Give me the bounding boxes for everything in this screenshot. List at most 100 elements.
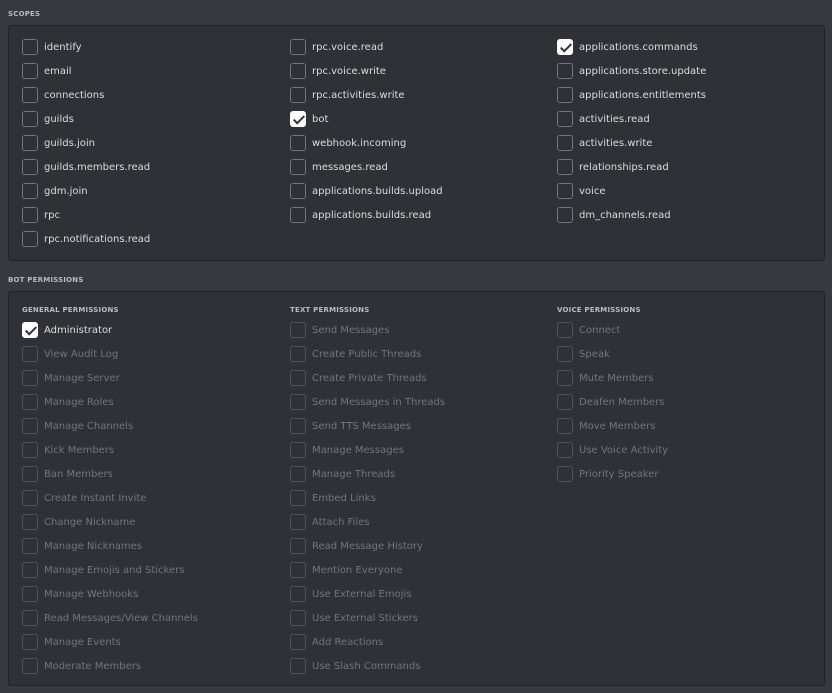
checkbox-checked-icon[interactable]: [290, 111, 306, 127]
permission-manage-webhooks-option: Manage Webhooks: [22, 582, 198, 606]
scope-rpc-voice-read-option[interactable]: rpc.voice.read: [290, 35, 443, 59]
permission-administrator-option[interactable]: Administrator: [22, 318, 198, 342]
checkbox-icon[interactable]: [22, 87, 38, 103]
checkbox-icon[interactable]: [290, 159, 306, 175]
scope-activities-read-label: activities.read: [579, 113, 650, 125]
checkbox-icon: [22, 490, 38, 506]
permission-manage-roles-option: Manage Roles: [22, 390, 198, 414]
scope-applications-store-update-option[interactable]: applications.store.update: [557, 59, 706, 83]
checkbox-icon[interactable]: [557, 159, 573, 175]
permission-change-nickname-option: Change Nickname: [22, 510, 198, 534]
checkbox-icon[interactable]: [290, 63, 306, 79]
checkbox-icon: [557, 418, 573, 434]
checkbox-checked-icon[interactable]: [557, 39, 573, 55]
checkbox-icon: [290, 370, 306, 386]
checkbox-icon: [557, 442, 573, 458]
permission-speak-label: Speak: [579, 348, 610, 360]
checkbox-icon[interactable]: [22, 231, 38, 247]
permission-use-slash-commands-option: Use Slash Commands: [290, 654, 445, 678]
checkbox-icon[interactable]: [22, 111, 38, 127]
checkbox-icon[interactable]: [22, 39, 38, 55]
permission-manage-emojis-and-stickers-label: Manage Emojis and Stickers: [44, 564, 185, 576]
checkbox-icon[interactable]: [22, 183, 38, 199]
scope-rpc-voice-write-option[interactable]: rpc.voice.write: [290, 59, 443, 83]
scope-relationships-read-option[interactable]: relationships.read: [557, 155, 706, 179]
permission-view-audit-log-label: View Audit Log: [44, 348, 119, 360]
checkbox-icon[interactable]: [290, 87, 306, 103]
scope-applications-builds-upload-option[interactable]: applications.builds.upload: [290, 179, 443, 203]
checkbox-icon[interactable]: [557, 111, 573, 127]
permission-manage-channels-option: Manage Channels: [22, 414, 198, 438]
scope-applications-builds-read-option[interactable]: applications.builds.read: [290, 203, 443, 227]
checkbox-icon[interactable]: [290, 183, 306, 199]
checkbox-icon: [22, 346, 38, 362]
scope-identify-option[interactable]: identify: [22, 35, 150, 59]
checkbox-icon: [557, 346, 573, 362]
permission-manage-channels-label: Manage Channels: [44, 420, 134, 432]
permission-send-tts-messages-option: Send TTS Messages: [290, 414, 445, 438]
scope-connections-option[interactable]: connections: [22, 83, 150, 107]
scope-guilds-members-read-option[interactable]: guilds.members.read: [22, 155, 150, 179]
permission-connect-label: Connect: [579, 324, 621, 336]
scope-activities-write-option[interactable]: activities.write: [557, 131, 706, 155]
checkbox-checked-icon[interactable]: [22, 322, 38, 338]
scope-bot-option[interactable]: bot: [290, 107, 443, 131]
scope-rpc-option[interactable]: rpc: [22, 203, 150, 227]
checkbox-icon: [290, 346, 306, 362]
permission-manage-messages-option: Manage Messages: [290, 438, 445, 462]
permission-manage-messages-label: Manage Messages: [312, 444, 404, 456]
permission-manage-emojis-and-stickers-option: Manage Emojis and Stickers: [22, 558, 198, 582]
scopes-column-1: identify email connections guilds guilds.joi…: [22, 35, 150, 251]
text-permissions-column: TEXT PERMISSIONS Send Messages Create Publ…: [290, 304, 445, 678]
checkbox-icon[interactable]: [22, 135, 38, 151]
permission-send-tts-messages-label: Send TTS Messages: [312, 420, 411, 432]
scopes-title: SCOPES: [8, 10, 41, 18]
checkbox-icon[interactable]: [557, 207, 573, 223]
checkbox-icon: [22, 370, 38, 386]
permission-manage-server-label: Manage Server: [44, 372, 120, 384]
voice-permissions-heading: VOICE PERMISSIONS: [557, 306, 641, 314]
checkbox-icon[interactable]: [557, 183, 573, 199]
bot-permissions-panel: GENERAL PERMISSIONS Administrator View Aud…: [8, 291, 825, 686]
checkbox-icon: [290, 418, 306, 434]
permission-use-voice-activity-option: Use Voice Activity: [557, 438, 668, 462]
permission-read-messages-view-channels-option: Read Messages/View Channels: [22, 606, 198, 630]
checkbox-icon[interactable]: [290, 207, 306, 223]
scope-activities-read-option[interactable]: activities.read: [557, 107, 706, 131]
scope-rpc-notifications-read-option[interactable]: rpc.notifications.read: [22, 227, 150, 251]
permission-add-reactions-label: Add Reactions: [312, 636, 384, 648]
scope-guilds-join-option[interactable]: guilds.join: [22, 131, 150, 155]
checkbox-icon[interactable]: [290, 39, 306, 55]
scope-webhook-incoming-option[interactable]: webhook.incoming: [290, 131, 443, 155]
scope-activities-write-label: activities.write: [579, 137, 653, 149]
scope-email-option[interactable]: email: [22, 59, 150, 83]
checkbox-icon[interactable]: [22, 63, 38, 79]
permission-manage-webhooks-label: Manage Webhooks: [44, 588, 139, 600]
scope-gdm-join-option[interactable]: gdm.join: [22, 179, 150, 203]
checkbox-icon[interactable]: [557, 87, 573, 103]
permission-priority-speaker-option: Priority Speaker: [557, 462, 668, 486]
permission-create-private-threads-option: Create Private Threads: [290, 366, 445, 390]
scope-messages-read-option[interactable]: messages.read: [290, 155, 443, 179]
scope-voice-option[interactable]: voice: [557, 179, 706, 203]
checkbox-icon[interactable]: [557, 135, 573, 151]
permission-administrator-label: Administrator: [44, 324, 113, 336]
scope-applications-entitlements-option[interactable]: applications.entitlements: [557, 83, 706, 107]
permission-read-message-history-label: Read Message History: [312, 540, 423, 552]
checkbox-icon[interactable]: [290, 135, 306, 151]
scope-dm-channels-read-option[interactable]: dm_channels.read: [557, 203, 706, 227]
checkbox-icon: [22, 586, 38, 602]
checkbox-icon[interactable]: [22, 159, 38, 175]
checkbox-icon: [290, 562, 306, 578]
scope-webhook-incoming-label: webhook.incoming: [312, 137, 407, 149]
permission-send-messages-in-threads-option: Send Messages in Threads: [290, 390, 445, 414]
scope-guilds-option[interactable]: guilds: [22, 107, 150, 131]
permission-manage-nicknames-label: Manage Nicknames: [44, 540, 143, 552]
checkbox-icon[interactable]: [557, 63, 573, 79]
scopes-column-2: rpc.voice.read rpc.voice.write rpc.activit…: [290, 35, 443, 227]
scope-applications-commands-option[interactable]: applications.commands: [557, 35, 706, 59]
permission-mention-everyone-option: Mention Everyone: [290, 558, 445, 582]
checkbox-icon[interactable]: [22, 207, 38, 223]
scope-rpc-activities-write-option[interactable]: rpc.activities.write: [290, 83, 443, 107]
permission-manage-roles-label: Manage Roles: [44, 396, 114, 408]
